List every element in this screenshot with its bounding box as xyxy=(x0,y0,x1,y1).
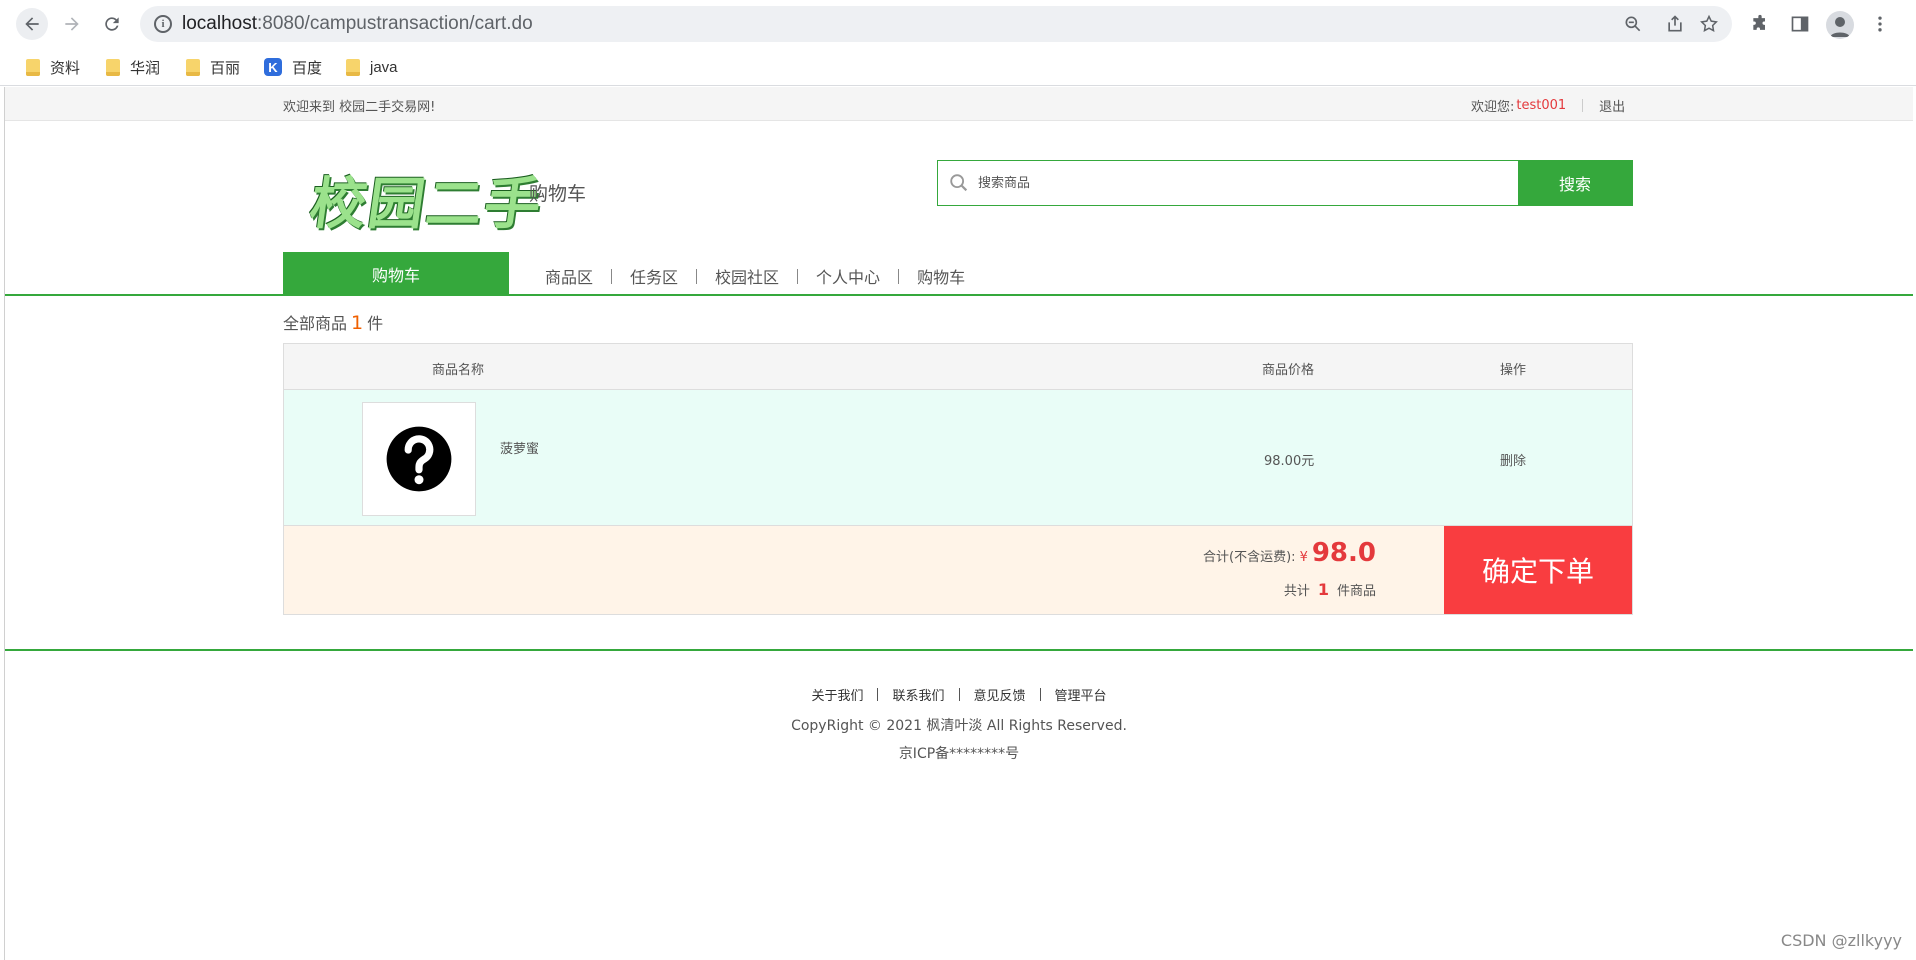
bookmark-star-icon[interactable] xyxy=(1698,13,1720,35)
delete-link[interactable]: 删除 xyxy=(1500,450,1526,469)
total-line: 合计(不含运费): ¥ 98.0 xyxy=(1203,538,1376,568)
quantity-line: 共计 1 件商品 xyxy=(1283,580,1376,599)
watermark: CSDN @zllkyyy xyxy=(1780,931,1902,950)
address-bar[interactable]: i localhost:8080/campustransaction/cart.… xyxy=(140,6,1732,42)
footer-divider xyxy=(5,649,1913,651)
extensions-icon[interactable] xyxy=(1748,12,1772,36)
main-nav: 购物车 商品区 任务区 校园社区 个人中心 购物车 xyxy=(5,252,1913,296)
folder-icon xyxy=(186,58,200,76)
nav-item-tasks[interactable]: 任务区 xyxy=(630,264,678,288)
column-header-name: 商品名称 xyxy=(432,363,485,378)
bookmark-item[interactable]: 百丽 xyxy=(186,56,240,78)
browser-toolbar: i localhost:8080/campustransaction/cart.… xyxy=(0,0,1916,48)
bookmark-item[interactable]: K 百度 xyxy=(264,56,322,78)
nav-item-profile[interactable]: 个人中心 xyxy=(816,264,880,288)
cart-summary: 合计(不含运费): ¥ 98.0 共计 1 件商品 确定下单 xyxy=(284,526,1632,614)
bookmark-item[interactable]: java xyxy=(346,56,398,78)
copyright-text: CopyRight © 2021 枫清叶淡 All Rights Reserve… xyxy=(791,718,1127,734)
search-input[interactable] xyxy=(976,171,1516,195)
back-button[interactable] xyxy=(16,8,48,40)
site-logo[interactable]: 校园二手 xyxy=(305,159,548,240)
forward-button[interactable] xyxy=(56,8,88,40)
page-viewport: 欢迎来到 校园二手交易网! 欢迎您: test001 退出 校园二手 购物车 搜… xyxy=(4,87,1913,960)
arrow-left-icon xyxy=(25,17,39,31)
column-header-action: 操作 xyxy=(1500,363,1527,378)
product-name-link[interactable]: 菠萝蜜 xyxy=(500,438,539,457)
menu-kebab-icon[interactable] xyxy=(1868,12,1892,36)
arrow-right-icon xyxy=(65,17,79,31)
search-icon xyxy=(948,172,970,194)
url-text[interactable]: localhost:8080/campustransaction/cart.do xyxy=(182,13,533,35)
side-panel-icon[interactable] xyxy=(1788,12,1812,36)
profile-avatar-icon[interactable] xyxy=(1826,11,1854,39)
table-header: 商品名称 商品价格 操作 xyxy=(284,344,1632,390)
share-icon[interactable] xyxy=(1664,13,1686,35)
bookmarks-bar: 资料 华润 百丽 K 百度 java xyxy=(0,48,1916,86)
divider xyxy=(1582,99,1584,112)
footer-link-admin[interactable]: 管理平台 xyxy=(1055,685,1107,704)
confirm-order-button[interactable]: 确定下单 xyxy=(1444,526,1632,614)
reload-button[interactable] xyxy=(96,8,128,40)
divider xyxy=(958,688,960,701)
footer-link-about[interactable]: 关于我们 xyxy=(811,685,863,704)
divider xyxy=(611,268,613,284)
total-amount: 98.0 xyxy=(1311,538,1376,568)
icp-text: 京ICP备********号 xyxy=(898,746,1020,762)
username-link[interactable]: test001 xyxy=(1516,98,1566,113)
search-button[interactable]: 搜索 xyxy=(1518,160,1632,206)
bookmark-item[interactable]: 华润 xyxy=(106,56,160,78)
table-row: 菠萝蜜 98.00元 删除 xyxy=(284,390,1632,526)
footer-links: 关于我们 联系我们 意见反馈 管理平台 xyxy=(5,685,1913,704)
logout-link[interactable]: 退出 xyxy=(1599,96,1625,115)
divider xyxy=(797,268,799,284)
nav-item-cart[interactable]: 购物车 xyxy=(917,264,965,288)
search-box: 搜索 xyxy=(937,160,1633,206)
footer-link-feedback[interactable]: 意见反馈 xyxy=(974,685,1026,704)
cart-count: 全部商品 1 件 xyxy=(283,312,384,334)
cart-table: 商品名称 商品价格 操作 菠萝蜜 98.00元 删除 合计(不含运费): ¥ 9… xyxy=(283,343,1633,615)
welcome-text: 欢迎来到 校园二手交易网! xyxy=(283,100,436,115)
question-mark-icon xyxy=(386,426,452,492)
nav-links: 商品区 任务区 校园社区 个人中心 购物车 xyxy=(545,264,965,288)
page-subtitle: 购物车 xyxy=(529,183,587,205)
currency-symbol: ¥ xyxy=(1299,550,1308,565)
top-strip: 欢迎来到 校园二手交易网! 欢迎您: test001 退出 xyxy=(5,87,1913,121)
baidu-logo-icon: K xyxy=(264,58,282,76)
bookmark-item[interactable]: 资料 xyxy=(26,56,80,78)
folder-icon xyxy=(106,58,120,76)
column-header-price: 商品价格 xyxy=(1262,363,1315,378)
user-area: 欢迎您: test001 退出 xyxy=(1471,96,1625,115)
folder-icon xyxy=(346,58,360,76)
divider xyxy=(898,268,900,284)
product-price: 98.00元 xyxy=(1264,454,1315,469)
cart-count-number: 1 xyxy=(351,312,364,334)
zoom-icon[interactable] xyxy=(1622,13,1644,35)
divider xyxy=(1039,688,1041,701)
reload-icon xyxy=(105,17,119,31)
folder-icon xyxy=(26,58,40,76)
total-quantity: 1 xyxy=(1317,580,1329,599)
divider xyxy=(877,688,879,701)
site-info-icon[interactable]: i xyxy=(154,15,172,33)
nav-item-cart-active[interactable]: 购物车 xyxy=(283,252,509,296)
user-prefix: 欢迎您: xyxy=(1471,100,1515,115)
product-thumbnail[interactable] xyxy=(362,402,476,516)
nav-item-goods[interactable]: 商品区 xyxy=(545,264,593,288)
divider xyxy=(696,268,698,284)
footer-link-contact[interactable]: 联系我们 xyxy=(892,685,944,704)
nav-item-community[interactable]: 校园社区 xyxy=(715,264,779,288)
